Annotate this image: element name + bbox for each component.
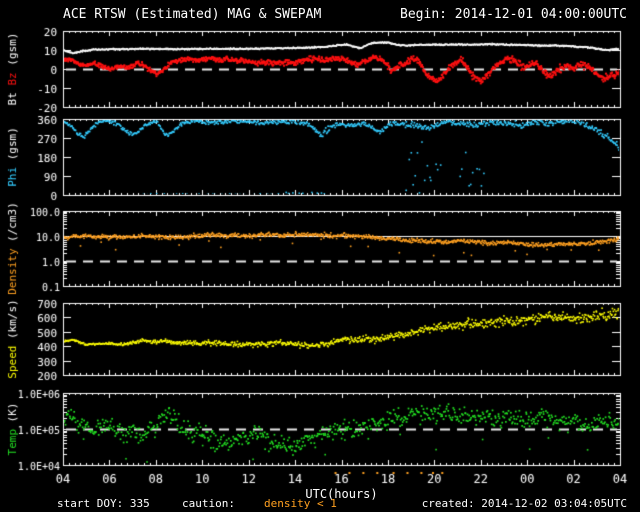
caution-label: caution: [182,497,235,510]
created-timestamp: created: 2014-12-02 03:04:05UTC [421,497,627,510]
ace-rtsw-plot-window: ACE RTSW (Estimated) MAG & SWEPAM Begin:… [0,0,640,512]
chart-canvas [0,0,640,512]
start-doy-label: start DOY: 335 [57,497,150,510]
begin-timestamp: Begin: 2014-12-01 04:00:00UTC [400,7,627,22]
caution-value: density < 1 [264,497,337,510]
page-title: ACE RTSW (Estimated) MAG & SWEPAM [63,7,322,22]
